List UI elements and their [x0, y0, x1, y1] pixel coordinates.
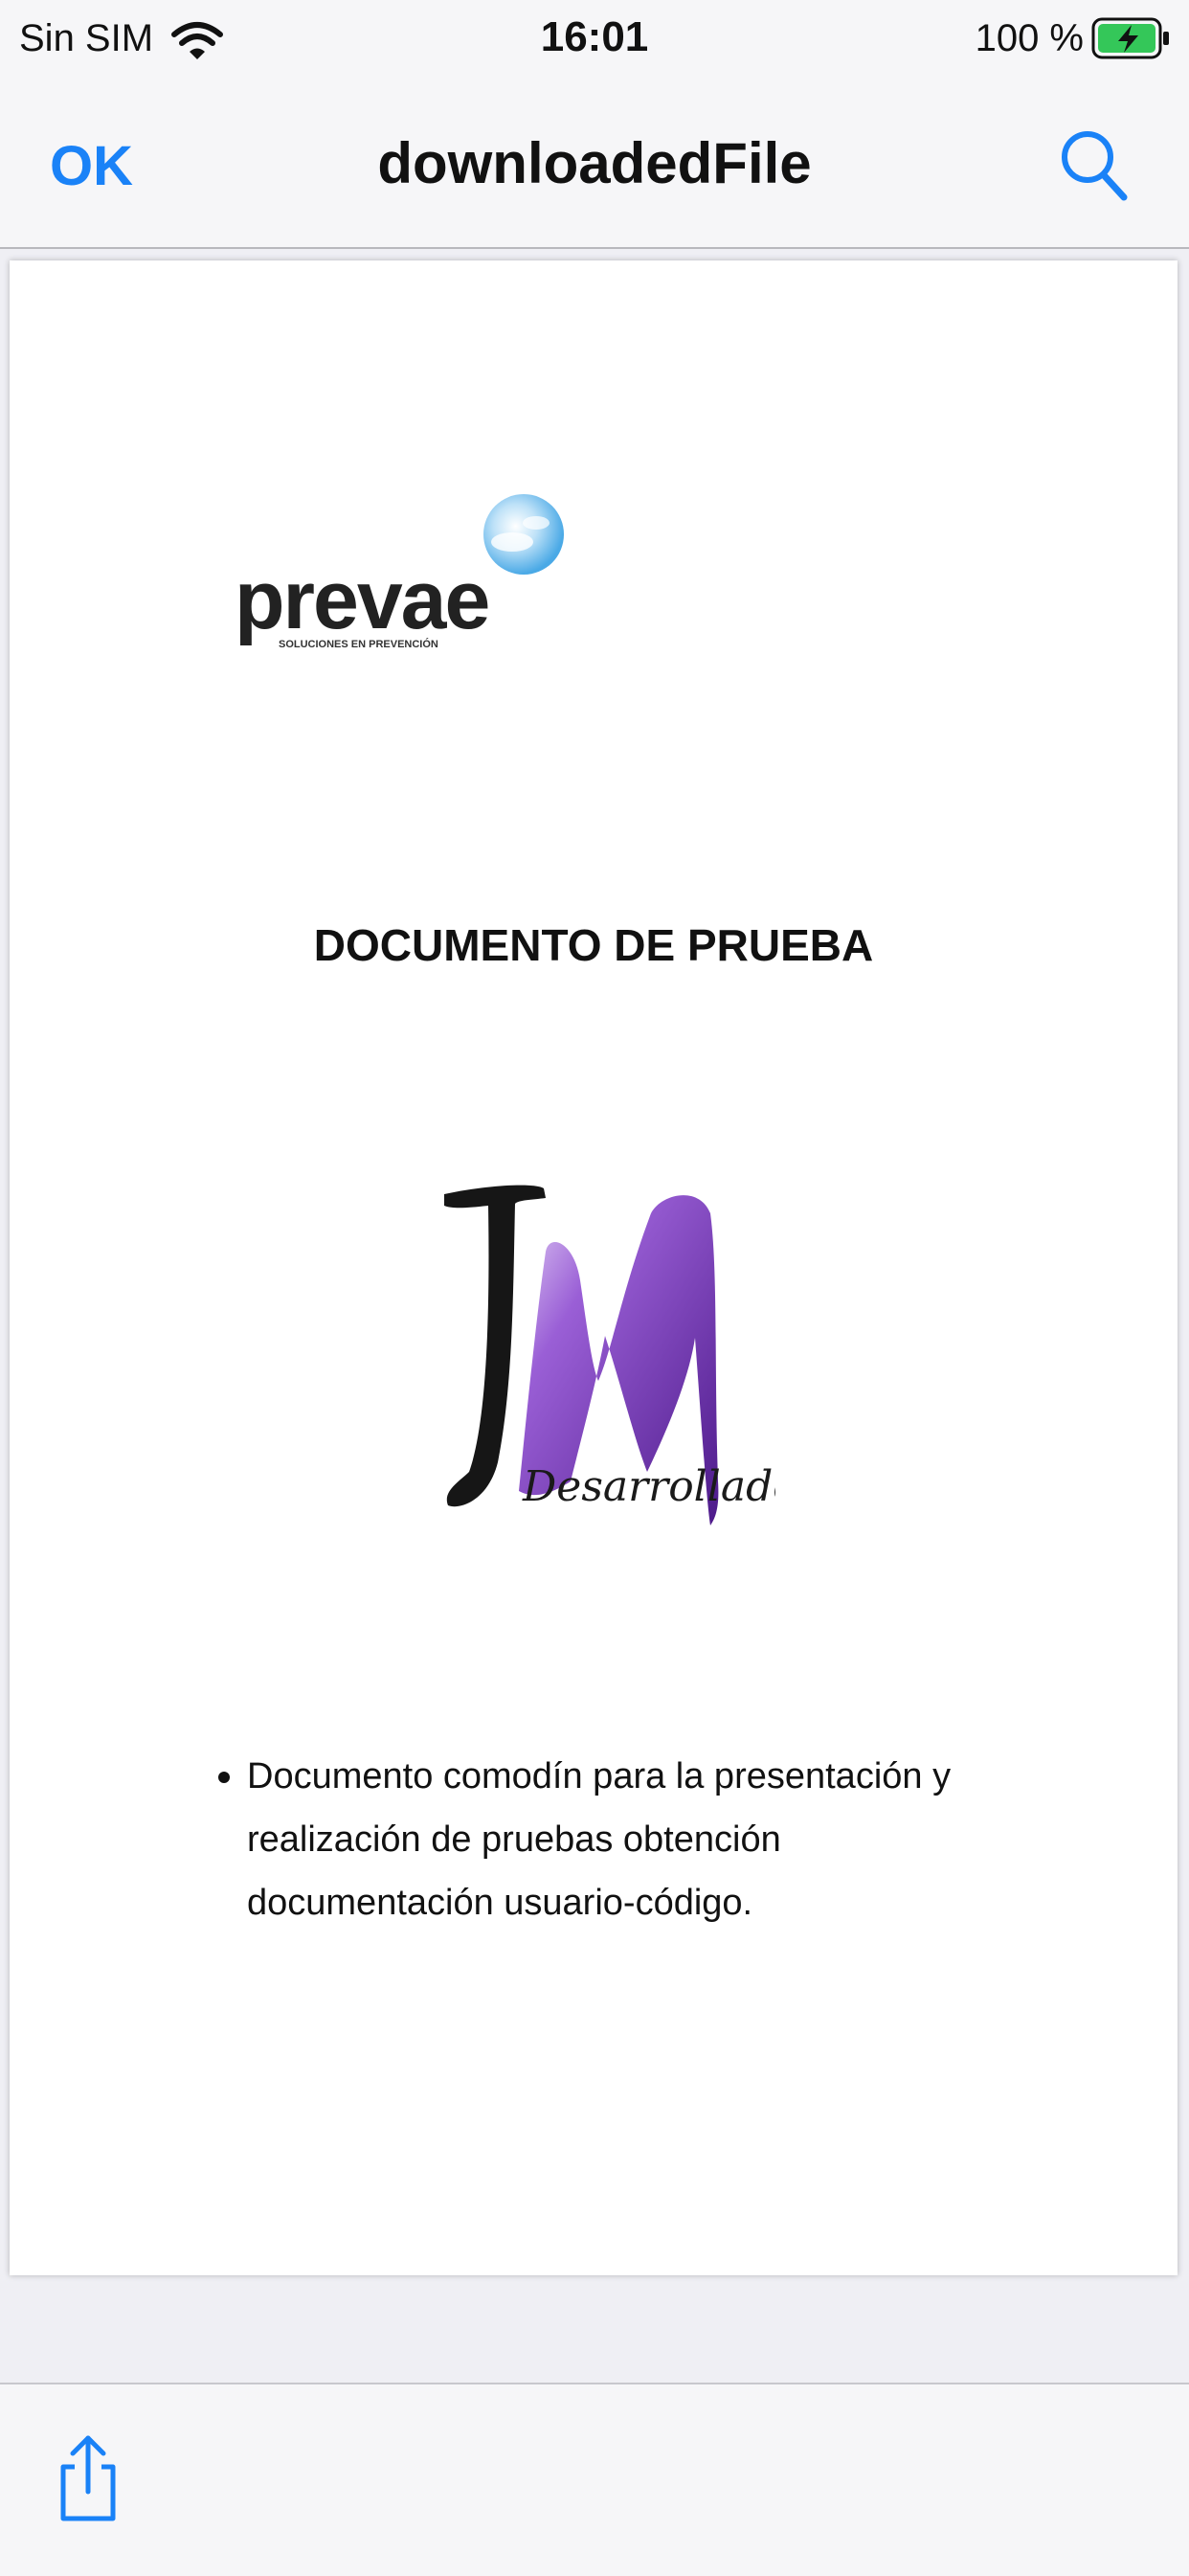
prevae-logo-text: prevae	[235, 554, 488, 646]
navigation-bar: OK downloadedFile	[0, 80, 1189, 249]
search-icon[interactable]	[1057, 126, 1130, 203]
developer-logo-caption: Desarrollador.	[522, 1462, 775, 1511]
battery-percent: 100 %	[975, 17, 1084, 59]
document-heading: DOCUMENTO DE PRUEBA	[313, 920, 874, 970]
nav-title: downloadedFile	[377, 131, 812, 195]
status-bar: Sin SIM 16:01 100 %	[0, 0, 1189, 80]
prevae-logo-tagline: SOLUCIONES EN PREVENCIÓN	[279, 638, 438, 650]
developer-logo: Desarrollador.	[444, 1185, 775, 1525]
document-bullet-list: Documento comodín para la presentación y…	[211, 1745, 1024, 1934]
battery-charging-icon	[1091, 17, 1169, 59]
share-icon[interactable]	[54, 2432, 123, 2524]
bullet-line: Documento comodín para la presentación y…	[211, 1745, 1024, 1934]
bottom-toolbar	[0, 2383, 1189, 2576]
document-page[interactable]: prevae SOLUCIONES EN PREVENCIÓN DOCUMENT…	[10, 260, 1178, 2275]
prevae-logo: prevae SOLUCIONES EN PREVENCIÓN	[235, 494, 564, 650]
